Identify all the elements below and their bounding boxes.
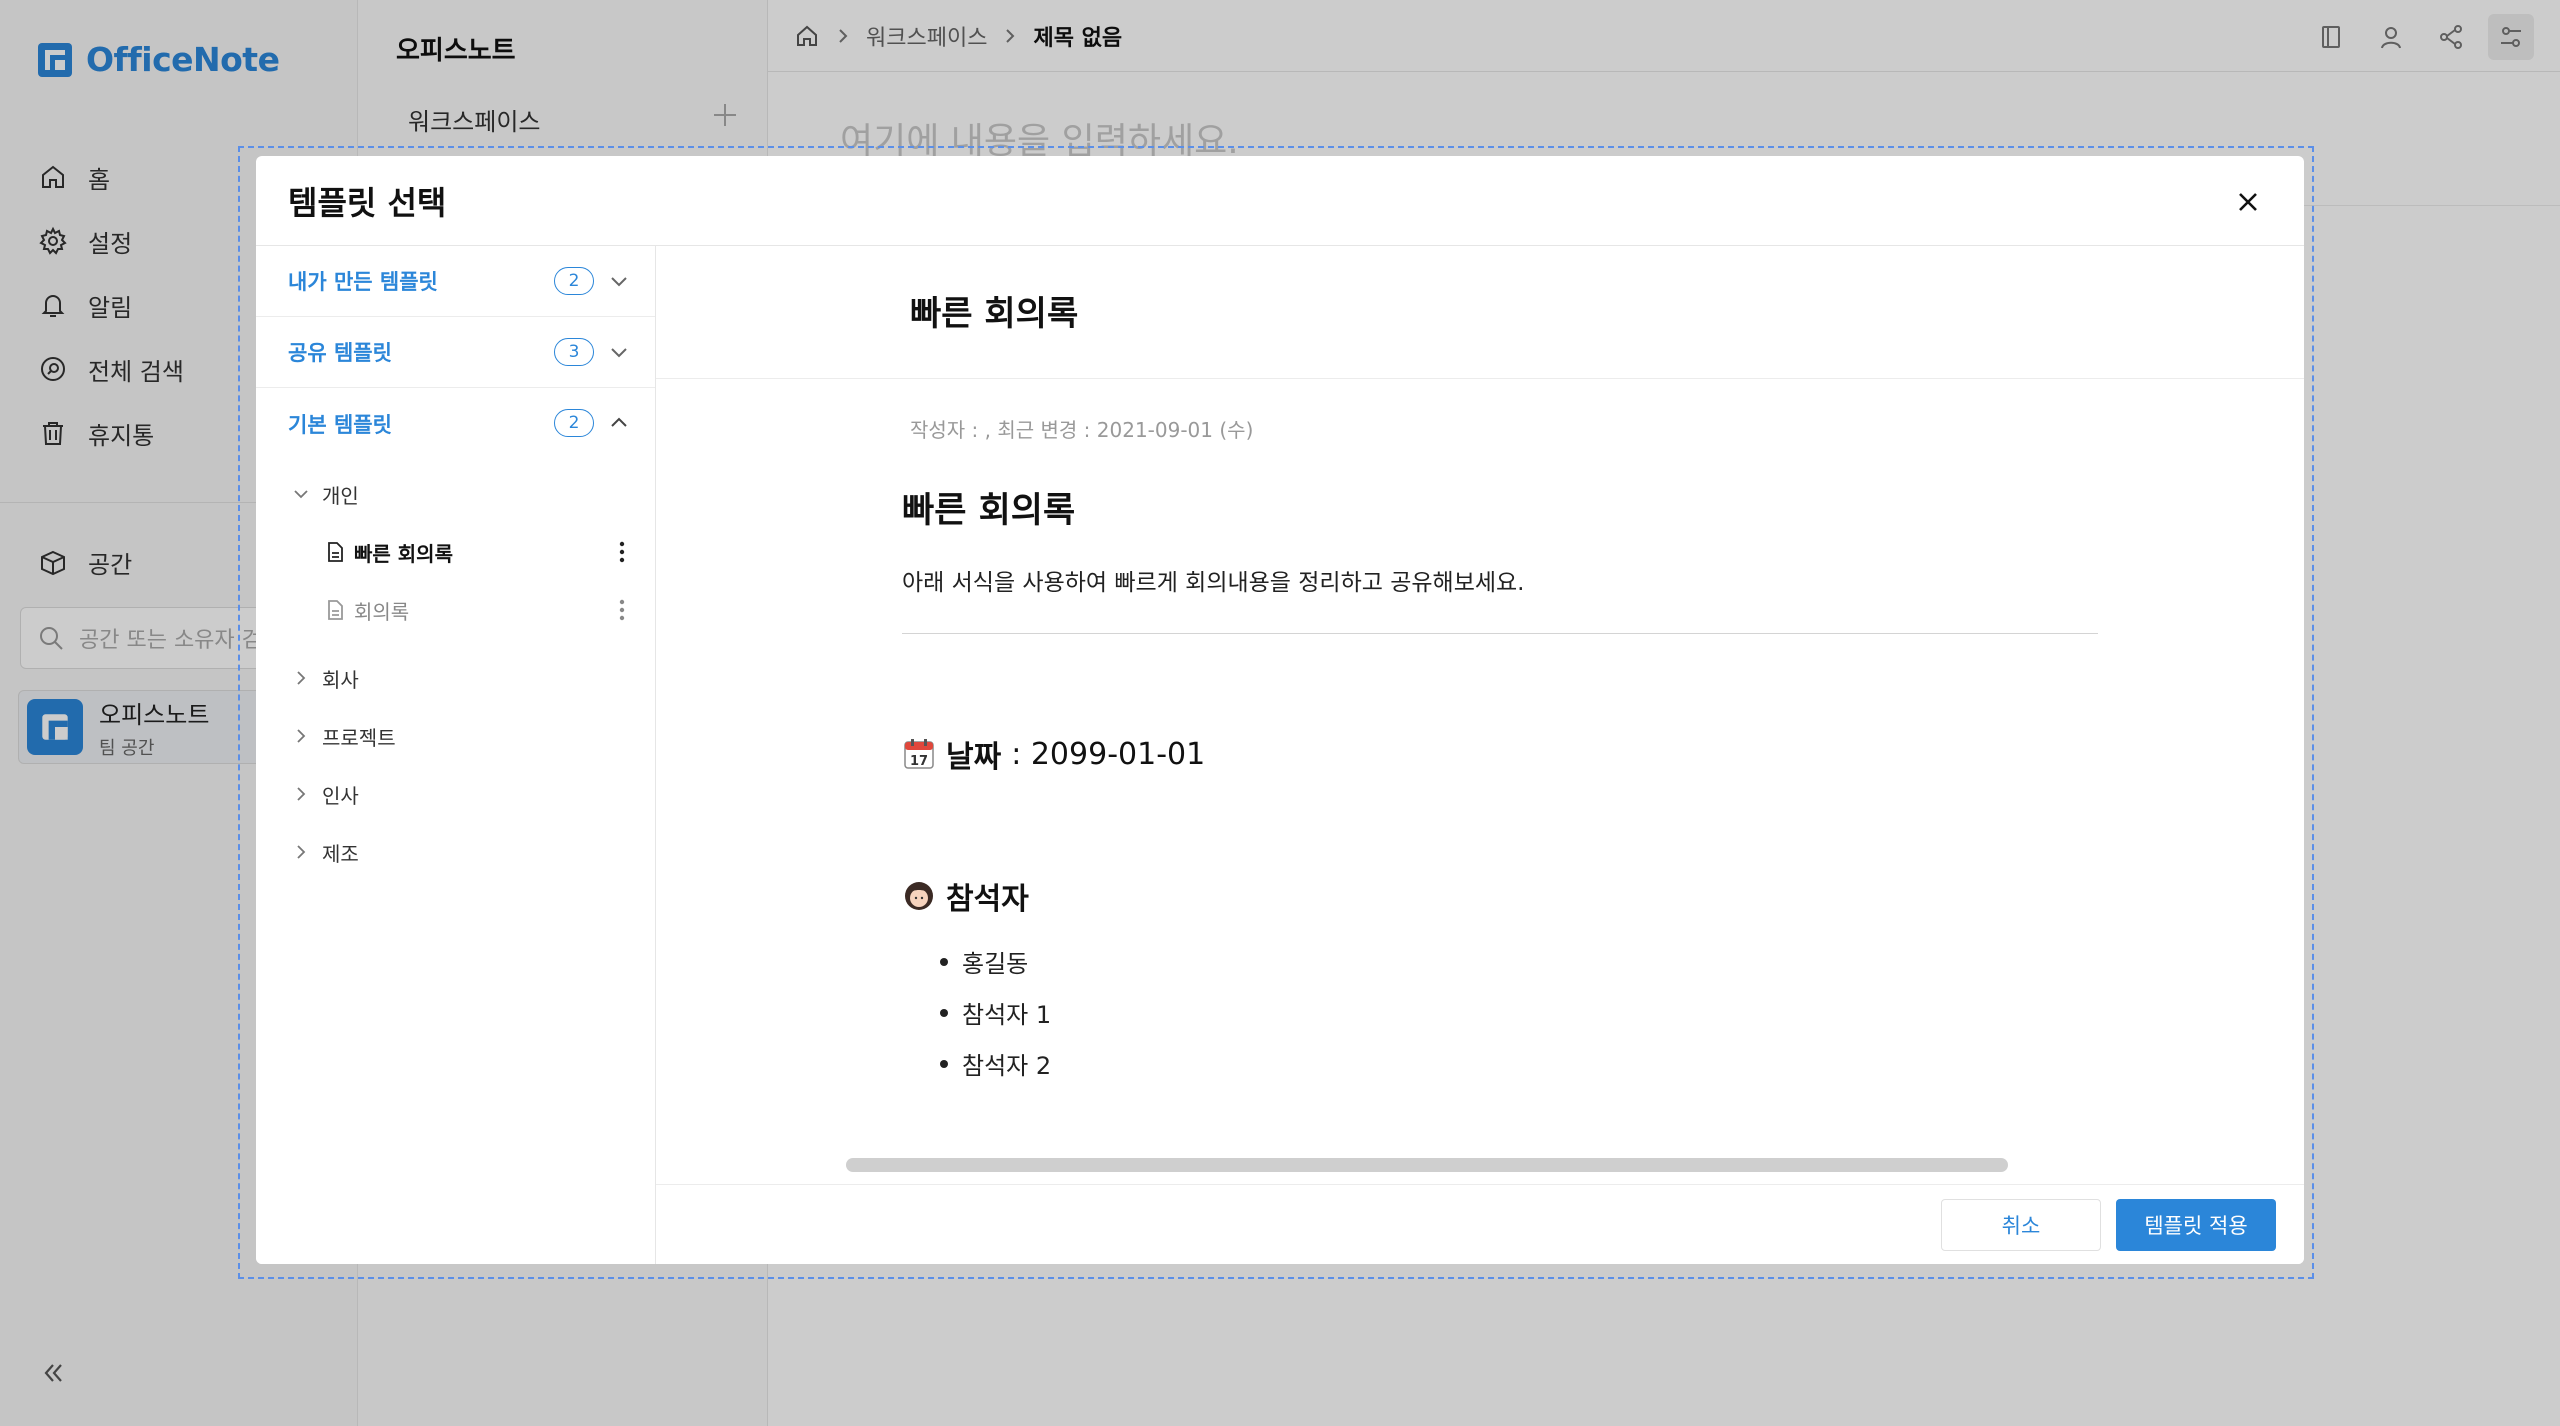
preview-attendees-row: 참석자 <box>902 874 2102 918</box>
modal-header: 템플릿 선택 <box>256 156 2304 246</box>
person-icon <box>905 882 933 910</box>
tree-template-minutes[interactable]: 회의록 <box>256 581 655 639</box>
more-vertical-icon[interactable] <box>608 596 636 624</box>
chevron-down-icon <box>294 490 308 499</box>
category-count-badge: 3 <box>554 338 594 366</box>
preview-title: 빠른 회의록 <box>910 294 1079 334</box>
template-select-modal: 템플릿 선택 내가 만든 템플릿 2 공유 템플릿 3 기본 템플릿 2 개인 <box>256 156 2304 1264</box>
close-icon <box>2239 193 2257 211</box>
template-category-panel: 내가 만든 템플릿 2 공유 템플릿 3 기본 템플릿 2 개인 빠른 회의록 <box>256 246 656 1264</box>
tree-folder-hr[interactable]: 인사 <box>256 765 655 823</box>
list-item: 홍길동 <box>940 944 2102 995</box>
chevron-down-icon[interactable] <box>606 268 632 294</box>
list-item: 참석자 1 <box>940 995 2102 1046</box>
modal-footer: 취소 템플릿 적용 <box>656 1184 2304 1264</box>
tree-folder-label: 인사 <box>322 783 359 808</box>
chevron-right-icon <box>297 671 306 685</box>
list-item: 참석자 2 <box>940 1046 2102 1097</box>
tree-folder-label: 제조 <box>322 841 359 866</box>
tree-folder-label: 개인 <box>322 483 359 508</box>
template-tree: 개인 빠른 회의록 회의록 회사 프로젝트 인사 제조 <box>256 459 655 881</box>
preview-date-label: 날짜 <box>946 740 1002 775</box>
apply-template-button[interactable]: 템플릿 적용 <box>2116 1199 2276 1251</box>
category-my-templates[interactable]: 내가 만든 템플릿 2 <box>256 246 655 317</box>
chevron-down-icon[interactable] <box>606 339 632 365</box>
category-label: 공유 템플릿 <box>288 341 392 365</box>
category-label: 내가 만든 템플릿 <box>288 270 438 294</box>
more-vertical-icon[interactable] <box>608 538 636 566</box>
tree-folder-project[interactable]: 프로젝트 <box>256 707 655 765</box>
category-count-badge: 2 <box>554 267 594 295</box>
chevron-up-icon[interactable] <box>606 410 632 436</box>
preview-divider <box>902 633 2098 634</box>
svg-text:17: 17 <box>910 754 928 769</box>
tree-folder-label: 회사 <box>322 667 359 692</box>
category-default-templates[interactable]: 기본 템플릿 2 <box>256 388 655 459</box>
preview-meta: 작성자 : , 최근 변경 : 2021-09-01 (수) <box>910 418 1254 442</box>
tree-folder-manufacturing[interactable]: 제조 <box>256 823 655 881</box>
attendee-list: 홍길동 참석자 1 참석자 2 <box>902 944 2102 1097</box>
cancel-button[interactable]: 취소 <box>1941 1199 2101 1251</box>
tree-folder-company[interactable]: 회사 <box>256 649 655 707</box>
preview-heading: 빠른 회의록 <box>902 491 1076 531</box>
document-icon <box>328 600 343 620</box>
preview-date-row: 17 날짜 : 2099-01-01 <box>902 732 2102 776</box>
preview-description: 아래 서식을 사용하여 빠르게 회의내용을 정리하고 공유해보세요. <box>902 570 1525 596</box>
chevron-right-icon <box>297 729 306 743</box>
modal-title: 템플릿 선택 <box>288 184 447 222</box>
tree-template-label: 빠른 회의록 <box>354 541 453 566</box>
horizontal-scrollbar[interactable] <box>846 1158 2008 1172</box>
calendar-icon: 17 <box>904 739 934 769</box>
close-button[interactable] <box>2230 184 2266 220</box>
preview-attendees-label: 참석자 <box>946 882 1029 917</box>
preview-header: 빠른 회의록 <box>656 246 2304 379</box>
tree-template-quick-minutes[interactable]: 빠른 회의록 <box>256 523 655 581</box>
template-preview-panel: 빠른 회의록 작성자 : , 최근 변경 : 2021-09-01 (수) 빠른… <box>656 246 2304 1264</box>
tree-folder-label: 프로젝트 <box>322 725 396 750</box>
document-icon <box>328 542 343 562</box>
chevron-right-icon <box>297 845 306 859</box>
preview-content: 빠른 회의록 아래 서식을 사용하여 빠르게 회의내용을 정리하고 공유해보세요… <box>902 482 2102 1097</box>
tree-template-label: 회의록 <box>354 599 410 624</box>
preview-date-value: : 2099-01-01 <box>1011 736 1206 772</box>
category-label: 기본 템플릿 <box>288 412 392 437</box>
category-shared-templates[interactable]: 공유 템플릿 3 <box>256 317 655 388</box>
category-count-badge: 2 <box>554 409 594 437</box>
chevron-right-icon <box>297 787 306 801</box>
tree-folder-personal[interactable]: 개인 <box>256 465 655 523</box>
